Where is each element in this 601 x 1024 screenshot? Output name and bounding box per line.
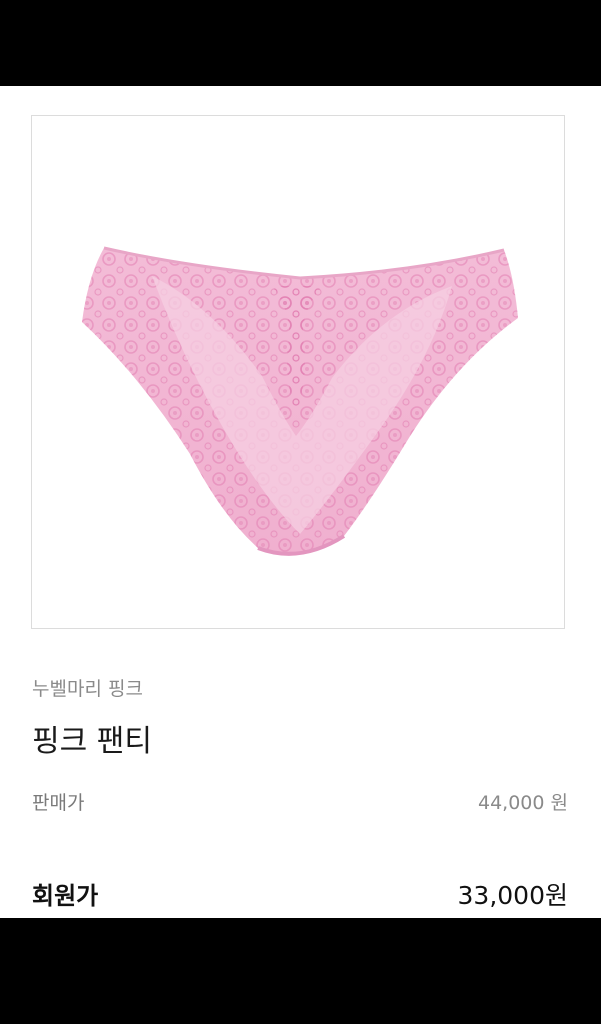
product-title: 핑크 팬티 — [32, 724, 152, 759]
regular-price-value: 44,000 원 — [477, 792, 568, 814]
member-price-label: 회원가 — [32, 882, 99, 910]
product-detail-screen: 누벨마리 핑크 핑크 팬티 판매가 44,000 원 회원가 33,000원 — [0, 86, 601, 918]
product-image[interactable] — [31, 115, 565, 629]
member-price-value: 33,000원 — [457, 881, 568, 910]
regular-price-label: 판매가 — [32, 792, 85, 814]
brand-name: 누벨마리 핑크 — [32, 678, 143, 700]
member-price-row: 회원가 33,000원 — [32, 876, 568, 912]
regular-price-row: 판매가 44,000 원 — [32, 788, 568, 815]
pink-lace-panty-image — [82, 246, 518, 556]
